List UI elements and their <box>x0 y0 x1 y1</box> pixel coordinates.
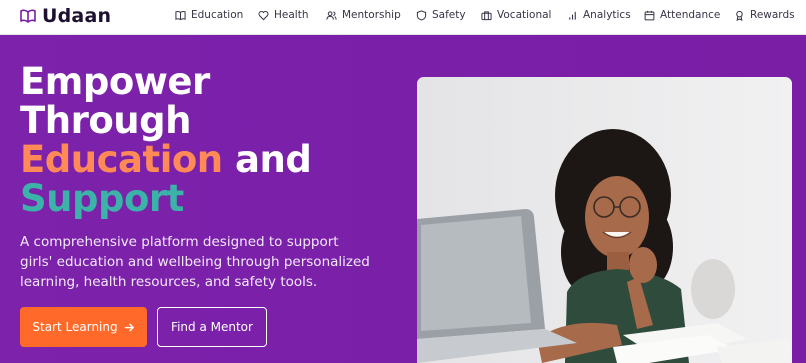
nav-item-mentorship[interactable]: Mentorship <box>326 9 401 21</box>
nav-label: Education <box>191 9 244 21</box>
student-with-laptop-illustration <box>417 77 792 363</box>
nav-item-analytics[interactable]: Analytics <box>567 9 631 21</box>
headline-highlight-support: Support <box>20 177 184 220</box>
nav-item-health[interactable]: Health <box>258 9 308 21</box>
brand-name: Udaan <box>42 5 112 27</box>
briefcase-icon <box>481 10 492 20</box>
award-icon <box>736 10 743 21</box>
headline-highlight-education: Education <box>20 138 223 181</box>
nav-label: Safety <box>432 9 466 21</box>
calendar-icon <box>644 10 655 20</box>
arrow-right-icon <box>124 323 134 331</box>
bar-chart-icon <box>569 11 576 20</box>
nav-label: Attendance <box>660 9 721 21</box>
shield-icon <box>416 9 427 21</box>
nav-item-attendance[interactable]: Attendance <box>644 9 720 21</box>
nav-item-rewards[interactable]: Rewards <box>734 9 795 21</box>
headline-line-2: Through <box>20 99 191 142</box>
heart-icon <box>258 10 269 20</box>
headline-line-1: Empower <box>20 60 210 103</box>
nav-label: Analytics <box>583 9 631 21</box>
users-icon <box>326 10 337 20</box>
nav-item-safety[interactable]: Safety <box>416 9 466 21</box>
find-mentor-button[interactable]: Find a Mentor <box>157 307 267 347</box>
hero-subtext: A comprehensive platform designed to sup… <box>20 234 370 290</box>
nav-label: Rewards <box>750 9 795 21</box>
nav-item-vocational[interactable]: Vocational <box>481 9 551 21</box>
start-learning-button[interactable]: Start Learning <box>20 307 147 347</box>
nav-label: Mentorship <box>342 9 401 21</box>
hero-headline: Empower Through Education and Support <box>20 60 312 220</box>
hero-photo <box>417 77 792 363</box>
book-open-icon <box>20 9 36 23</box>
find-mentor-label: Find a Mentor <box>171 320 253 334</box>
headline-line-3-rest: and <box>222 138 312 181</box>
nav-label: Vocational <box>497 9 552 21</box>
start-learning-label: Start Learning <box>32 320 118 334</box>
brand-logo[interactable]: Udaan <box>20 4 111 28</box>
book-icon <box>175 10 186 20</box>
nav-item-education[interactable]: Education <box>175 9 243 21</box>
nav-label: Health <box>274 9 309 21</box>
top-navbar: Udaan Education Health Mentorship Safety… <box>0 0 806 35</box>
